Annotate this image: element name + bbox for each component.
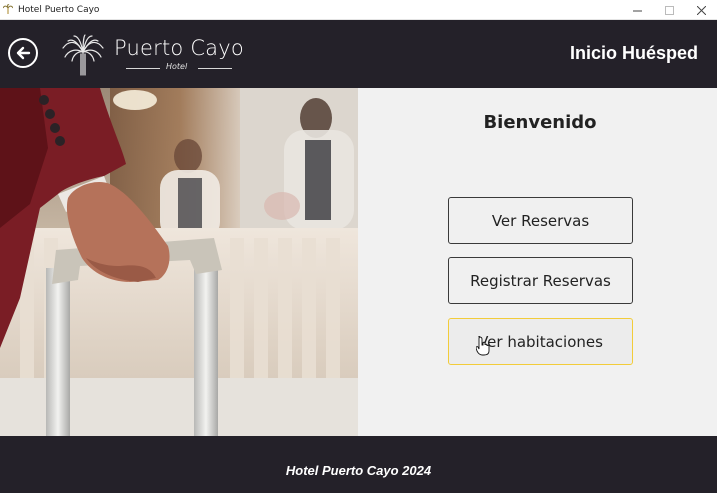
logo-sub-text: Hotel (166, 62, 188, 71)
hotel-logo: Puerto Cayo Hotel (60, 32, 244, 78)
window-title: Hotel Puerto Cayo (18, 4, 100, 15)
app-footer: Hotel Puerto Cayo 2024 (0, 436, 717, 493)
register-reservations-button[interactable]: Registrar Reservas (448, 257, 633, 304)
hotel-lobby-photo (0, 88, 358, 436)
arrow-left-icon (16, 46, 31, 60)
close-button[interactable] (685, 0, 717, 20)
window-titlebar: Hotel Puerto Cayo (0, 0, 717, 20)
back-button[interactable] (8, 38, 38, 68)
palm-tree-logo-icon (62, 34, 104, 76)
mouse-cursor-icon (476, 336, 490, 356)
welcome-heading: Bienvenido (483, 112, 597, 133)
maximize-icon (664, 5, 674, 15)
minimize-icon (632, 10, 642, 11)
main-panel: Bienvenido Ver Reservas Registrar Reserv… (358, 88, 717, 436)
close-icon (696, 5, 706, 15)
maximize-button[interactable] (653, 0, 685, 20)
logo-subtitle: Hotel (126, 62, 236, 72)
view-reservations-button[interactable]: Ver Reservas (448, 197, 633, 244)
footer-text: Hotel Puerto Cayo 2024 (285, 463, 432, 478)
minimize-button[interactable] (621, 0, 653, 20)
app-header: Puerto Cayo Hotel Inicio Huésped (0, 20, 717, 88)
palm-tree-icon (3, 4, 13, 14)
logo-name: Puerto Cayo (114, 36, 244, 60)
page-title: Inicio Huésped (569, 43, 698, 63)
